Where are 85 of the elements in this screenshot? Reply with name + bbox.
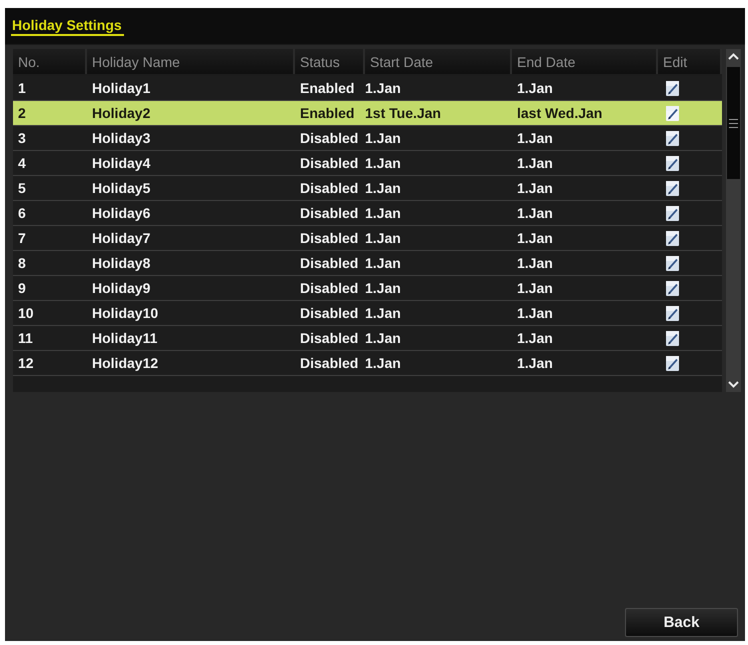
table-cell-text: Holiday9 bbox=[91, 279, 152, 298]
edit-icon[interactable] bbox=[666, 230, 679, 246]
edit-icon[interactable] bbox=[666, 256, 679, 270]
table-cell-text: Disabled bbox=[299, 254, 360, 273]
table-cell-text: 1.Jan bbox=[365, 329, 402, 348]
scroll-down-icon[interactable] bbox=[728, 381, 739, 388]
table-cell-text: 1.Jan bbox=[516, 154, 554, 173]
table-cell-text: Disabled bbox=[299, 204, 360, 223]
edit-icon[interactable] bbox=[666, 130, 679, 146]
column-header: Status bbox=[295, 49, 365, 74]
table-cell-text: Disabled bbox=[299, 229, 360, 248]
scrollbar-thumb[interactable] bbox=[727, 67, 740, 179]
table-cell-text: 1.Jan bbox=[365, 229, 402, 248]
table-cell-text: 1 bbox=[17, 79, 27, 98]
table-cell-text: last Wed.Jan bbox=[516, 104, 604, 123]
table-cell-text: 9 bbox=[17, 279, 27, 298]
table-cell-text: Holiday4 bbox=[91, 154, 152, 173]
table-cell-text: 12 bbox=[17, 354, 35, 373]
table-cell-text: Holiday7 bbox=[91, 229, 152, 248]
table-cell-text: Disabled bbox=[299, 354, 360, 373]
table-cell-text: 1.Jan bbox=[365, 79, 402, 98]
table-cell-text: 3 bbox=[17, 129, 27, 148]
table-cell-text: 1.Jan bbox=[516, 354, 554, 373]
edit-icon[interactable] bbox=[666, 280, 679, 296]
table-cell-text: Holiday1 bbox=[91, 79, 152, 98]
table-cell-text: 1.Jan bbox=[365, 129, 402, 148]
table-cell-text: Disabled bbox=[299, 329, 360, 348]
back-button[interactable]: Back bbox=[625, 608, 738, 637]
table-cell-text: 5 bbox=[17, 179, 27, 198]
column-header: End Date bbox=[512, 49, 658, 74]
edit-icon[interactable] bbox=[666, 306, 679, 320]
table-cell-text: 1.Jan bbox=[365, 304, 402, 323]
column-header: Holiday Name bbox=[87, 49, 295, 74]
column-header: Edit bbox=[658, 49, 722, 74]
table-cell-text: 1.Jan bbox=[516, 129, 554, 148]
table-cell-text: 1.Jan bbox=[365, 154, 402, 173]
table-cell-text: 4 bbox=[17, 154, 27, 173]
table-cell-text: 6 bbox=[17, 204, 27, 223]
table-cell-text: Enabled bbox=[299, 104, 356, 123]
table-cell-text: Holiday5 bbox=[91, 179, 152, 198]
table-cell-text: 7 bbox=[17, 229, 27, 248]
table-cell-text: Holiday8 bbox=[91, 254, 152, 273]
page-tab[interactable]: Holiday Settings bbox=[11, 16, 124, 36]
table-cell-text: 1.Jan bbox=[365, 204, 402, 223]
table-cell-text: Disabled bbox=[299, 179, 360, 198]
table-cell-text: 1.Jan bbox=[365, 279, 402, 298]
edit-icon[interactable] bbox=[666, 206, 679, 220]
table-cell-text: Holiday10 bbox=[91, 304, 160, 323]
edit-icon[interactable] bbox=[666, 330, 679, 346]
edit-icon[interactable] bbox=[666, 80, 679, 96]
table-cell-text: Holiday2 bbox=[91, 104, 152, 123]
table-cell-text: Holiday12 bbox=[91, 354, 160, 373]
scroll-up-icon[interactable] bbox=[728, 53, 739, 60]
edit-icon[interactable] bbox=[666, 106, 679, 120]
table-cell-text: 10 bbox=[17, 304, 35, 323]
table-cell-text: 1.Jan bbox=[516, 304, 554, 323]
column-header: Start Date bbox=[365, 49, 512, 74]
table-cell-text: 8 bbox=[17, 254, 27, 273]
scrollbar-track[interactable] bbox=[726, 49, 741, 392]
table-cell-text: 1.Jan bbox=[516, 279, 554, 298]
table-cell-text: 1.Jan bbox=[516, 329, 554, 348]
table-cell-text: 1.Jan bbox=[516, 204, 554, 223]
table-row[interactable]: 2 Holiday2 Enabled 1st Tue.Jan last Wed.Jan bbox=[13, 101, 722, 126]
table-cell-text: 1.Jan bbox=[365, 254, 402, 273]
table-cell-text: Holiday6 bbox=[91, 204, 152, 223]
table-cell-text: 1.Jan bbox=[516, 79, 554, 98]
column-header: No. bbox=[13, 49, 87, 74]
table-cell-text: 1.Jan bbox=[516, 229, 554, 248]
table-cell-text: 1.Jan bbox=[516, 179, 554, 198]
edit-icon[interactable] bbox=[666, 180, 679, 196]
table-cell-text: 11 bbox=[17, 329, 34, 348]
table-cell-text: 1st Tue.Jan bbox=[365, 104, 442, 123]
table-cell-text: Holiday3 bbox=[91, 129, 152, 148]
edit-icon[interactable] bbox=[666, 356, 679, 370]
table-cell-text: Disabled bbox=[299, 129, 360, 148]
table-cell-text: Disabled bbox=[299, 304, 360, 323]
table-cell-text: 1.Jan bbox=[365, 179, 402, 198]
table-cell-text: 1.Jan bbox=[516, 254, 554, 273]
edit-icon[interactable] bbox=[666, 156, 679, 170]
table-cell-text: 1.Jan bbox=[365, 354, 402, 373]
table-cell-text: Holiday11 bbox=[91, 329, 158, 348]
table-cell-text: 2 bbox=[17, 104, 27, 123]
table-cell-text: Disabled bbox=[299, 279, 360, 298]
table-cell-text: Disabled bbox=[299, 154, 360, 173]
table-cell-text: Enabled bbox=[299, 79, 356, 98]
